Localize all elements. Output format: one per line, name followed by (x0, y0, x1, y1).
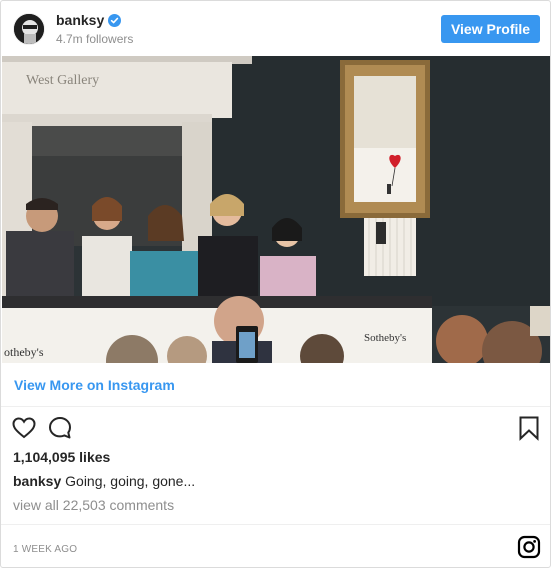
desk-text-right: Sotheby's (364, 332, 406, 344)
verified-badge-icon (108, 13, 122, 27)
wall-sign-text: West Gallery (26, 73, 99, 88)
caption-username[interactable]: banksy (13, 473, 61, 489)
username-row: banksy (56, 12, 122, 28)
like-count[interactable]: 1,104,095 likes (13, 449, 110, 465)
view-profile-button[interactable]: View Profile (441, 15, 540, 43)
username[interactable]: banksy (56, 12, 104, 28)
action-bar (1, 411, 550, 447)
post-timestamp: 1 WEEK AGO (13, 544, 78, 555)
desk-text-left: otheby's (4, 345, 44, 359)
post-image[interactable]: West Gallery otheby's Sotheby's (2, 56, 550, 363)
instagram-embed-card: banksy 4.7m followers View Profile West … (0, 0, 551, 568)
comment-icon[interactable] (47, 415, 73, 441)
avatar-image (14, 14, 44, 44)
bookmark-icon[interactable] (516, 415, 542, 441)
view-comments-link[interactable]: view all 22,503 comments (13, 497, 174, 513)
caption-text: Going, going, gone... (65, 473, 196, 489)
heart-icon[interactable] (11, 415, 37, 441)
follower-count: 4.7m followers (56, 32, 134, 46)
post-footer: 1 WEEK AGO (1, 524, 550, 568)
post-header: banksy 4.7m followers View Profile (1, 1, 550, 57)
caption: banksy Going, going, gone... (13, 473, 195, 489)
view-more-row: View More on Instagram (1, 363, 550, 407)
instagram-logo-icon[interactable] (517, 535, 541, 559)
avatar[interactable] (13, 13, 45, 45)
view-more-link[interactable]: View More on Instagram (14, 377, 175, 393)
auction-photo: West Gallery otheby's Sotheby's (2, 56, 550, 363)
